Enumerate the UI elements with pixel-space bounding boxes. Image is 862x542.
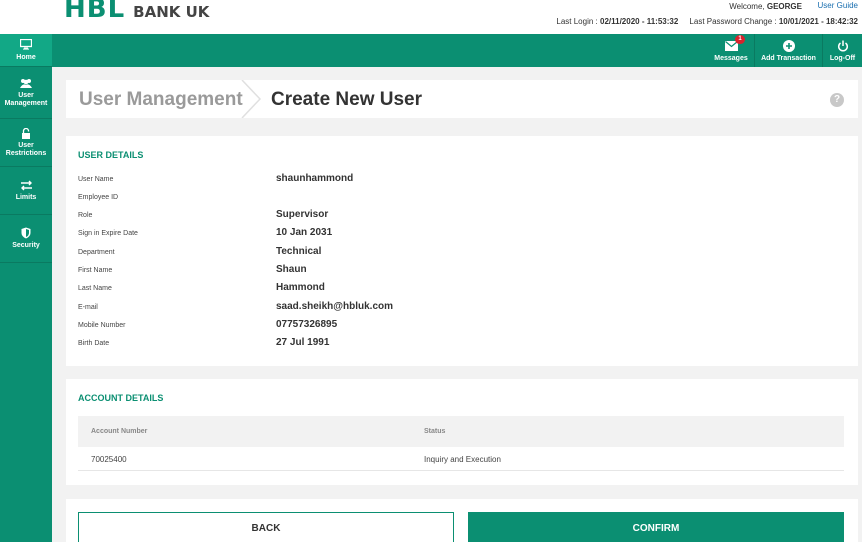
detail-label: Birth Date — [78, 340, 110, 347]
detail-label: E-mail — [78, 304, 98, 311]
envelope-icon: 1 — [724, 34, 745, 52]
sidebar-item-label: Home — [16, 53, 36, 61]
account-details-card: ACCOUNT DETAILS Account Number Status 70… — [66, 379, 858, 485]
detail-label: Mobile Number — [78, 322, 126, 329]
detail-row-birth-date: Birth Date 27 Jul 1991 — [78, 336, 778, 352]
detail-row-email: E-mail saad.sheikh@hbluk.com — [78, 300, 778, 316]
detail-value: 07757326895 — [276, 319, 338, 330]
users-icon — [19, 77, 33, 89]
login-info: Last Login : 02/11/2020 - 11:53:32 Last … — [556, 17, 858, 26]
detail-label: Sign in Expire Date — [78, 230, 138, 237]
detail-label: Employee ID — [78, 194, 119, 201]
sidebar-item-user-management[interactable]: User Management — [0, 67, 52, 119]
detail-value: saad.sheikh@hbluk.com — [276, 301, 394, 312]
detail-label: First Name — [78, 267, 113, 274]
account-details-title: ACCOUNT DETAILS — [78, 393, 164, 403]
back-button[interactable]: BACK — [78, 512, 454, 542]
user-details-card: USER DETAILS User Name shaunhammond Empl… — [66, 136, 858, 366]
actions-card: BACK CONFIRM — [66, 499, 858, 542]
shield-icon — [19, 227, 33, 239]
hbl-logo[interactable]: HBL BANK UK — [64, 0, 209, 24]
detail-row-user-name: User Name shaunhammond — [78, 172, 778, 188]
logo-main-text: HBL — [64, 0, 126, 24]
welcome-username: GEORGE — [766, 2, 802, 11]
breadcrumb-chevron-icon — [241, 80, 262, 118]
breadcrumb: User Management Create New User ? — [66, 80, 858, 118]
user-guide-link[interactable]: User Guide — [818, 1, 858, 10]
detail-label: Last Name — [78, 285, 112, 292]
detail-value: Supervisor — [276, 209, 329, 220]
detail-row-sign-in-expire-date: Sign in Expire Date 10 Jan 2031 — [78, 226, 778, 242]
power-icon — [836, 40, 850, 52]
messages-button[interactable]: 1 Messages — [708, 34, 754, 67]
sidebar: Home User Management User Restrictions L… — [0, 34, 52, 542]
messages-label: Messages — [714, 54, 748, 62]
sidebar-item-label: User Management — [4, 92, 48, 107]
status-cell: Inquiry and Execution — [424, 455, 501, 464]
sidebar-item-home[interactable]: Home — [0, 34, 52, 67]
sidebar-item-label: User Restrictions — [5, 142, 47, 157]
top-action-bar: 1 Messages Add Transaction Log-Off — [52, 34, 862, 67]
sidebar-item-limits[interactable]: Limits — [0, 167, 52, 215]
help-icon[interactable]: ? — [830, 93, 844, 107]
detail-row-employee-id: Employee ID — [78, 190, 778, 206]
last-password-label: Last Password Change : — [689, 17, 777, 26]
monitor-icon — [19, 39, 33, 51]
page-title: Create New User — [271, 89, 423, 110]
detail-value: 10 Jan 2031 — [276, 227, 333, 238]
table-row: 70025400 Inquiry and Execution — [78, 447, 844, 471]
accounts-table: Account Number Status 70025400 Inquiry a… — [78, 416, 844, 471]
welcome-text: Welcome, GEORGE — [729, 2, 802, 11]
detail-row-first-name: First Name Shaun — [78, 263, 778, 279]
column-header-status: Status — [424, 428, 446, 435]
add-transaction-label: Add Transaction — [761, 54, 816, 62]
confirm-button[interactable]: CONFIRM — [468, 512, 844, 542]
plus-circle-icon — [782, 39, 796, 52]
detail-label: Role — [78, 212, 93, 219]
detail-label: Department — [78, 249, 115, 256]
column-header-account-number: Account Number — [91, 428, 148, 435]
messages-count-badge: 1 — [735, 34, 745, 44]
detail-value: Hammond — [276, 282, 325, 293]
add-transaction-button[interactable]: Add Transaction — [754, 34, 822, 67]
detail-row-last-name: Last Name Hammond — [78, 281, 778, 297]
detail-value: shaunhammond — [276, 173, 354, 184]
detail-label: User Name — [78, 176, 114, 183]
detail-value: 27 Jul 1991 — [276, 337, 330, 348]
log-off-button[interactable]: Log-Off — [822, 34, 862, 67]
logo-sub-text: BANK UK — [133, 3, 210, 21]
transfer-icon — [19, 179, 33, 191]
table-header: Account Number Status — [78, 416, 844, 447]
last-password-value: 10/01/2021 - 18:42:32 — [778, 17, 858, 26]
log-off-label: Log-Off — [829, 54, 856, 62]
user-details-title: USER DETAILS — [78, 150, 144, 160]
detail-row-role: Role Supervisor — [78, 208, 778, 224]
detail-row-department: Department Technical — [78, 245, 778, 261]
welcome-prefix: Welcome, — [729, 2, 765, 11]
sidebar-item-security[interactable]: Security — [0, 215, 52, 263]
lock-icon — [19, 127, 33, 139]
sidebar-item-label: Security — [12, 242, 40, 249]
detail-value: Shaun — [276, 264, 307, 275]
breadcrumb-parent-link[interactable]: User Management — [79, 89, 243, 111]
last-login-value: 02/11/2020 - 11:53:32 — [600, 17, 679, 26]
detail-value: Technical — [276, 246, 322, 257]
sidebar-item-user-restrictions[interactable]: User Restrictions — [0, 119, 52, 167]
top-header: HBL BANK UK Welcome, GEORGE User Guide L… — [0, 0, 862, 34]
account-number-cell: 70025400 — [91, 455, 127, 464]
detail-row-mobile-number: Mobile Number 07757326895 — [78, 318, 778, 334]
last-login-label: Last Login : — [556, 17, 598, 26]
sidebar-item-label: Limits — [15, 194, 37, 201]
